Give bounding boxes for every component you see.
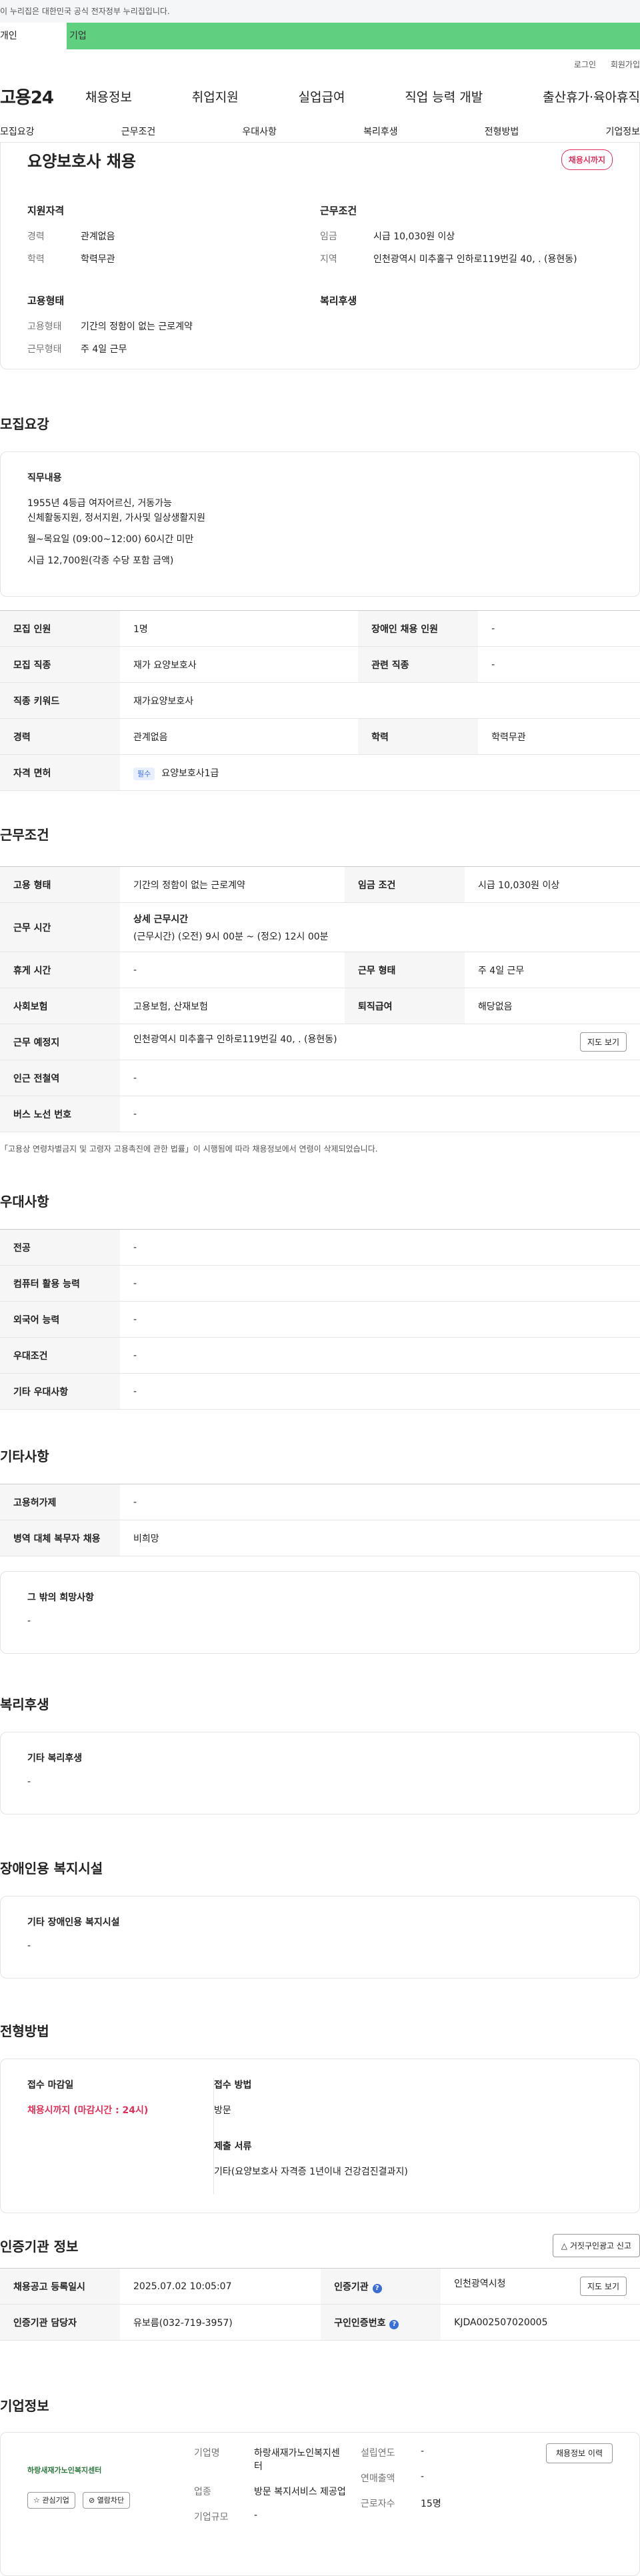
cert-section: 인증기관 정보 △ 거짓구인광고 신고 채용공고 등록일시 2025.07.02 … [0, 2234, 640, 2341]
subnav-recruit[interactable]: 모집요강 [0, 125, 35, 138]
job-history-button[interactable]: 채용정보 이력 [545, 2443, 613, 2463]
etc-section: 기타사항 고용허가제 - 병역 대체 복무자 채용 비희망 그 밖의 희망사항 - [0, 1446, 640, 1654]
map-view-button[interactable]: 지도 보기 [580, 1032, 627, 1052]
tab-company[interactable]: 기업 [67, 23, 133, 49]
subnav-company[interactable]: 기업정보 [605, 125, 640, 138]
table-row: 인증기관 담당자 유보름(032-719-3957) 구인인증번호? KJDA00… [0, 2304, 640, 2341]
star-icon: ☆ [33, 2496, 40, 2505]
subnav-selection[interactable]: 전형방법 [485, 125, 519, 138]
table-row: 근무 시간 상세 근무시간 (근무시간) (오전) 9시 00분 ~ (정오) 1… [0, 902, 640, 952]
info-icon[interactable]: ? [389, 2319, 399, 2329]
deadline-badge: 채용시까지 [561, 149, 613, 170]
qual-title: 지원자격 [27, 205, 65, 217]
signup-link[interactable]: 회원가입 [611, 60, 640, 69]
table-row: 근무 예정지 인천광역시 미추홀구 인하로119번길 40, . (용현동) 지도… [0, 1024, 640, 1060]
table-row: 버스 노선 번호 - [0, 1096, 640, 1132]
tab-personal[interactable]: 개인 [0, 23, 67, 49]
table-row: 채용공고 등록일시 2025.07.02 10:05:07 인증기관? 인천광역시… [0, 2268, 640, 2305]
gov-banner: 이 누리집은 대한민국 공식 전자정부 누리집입니다. [0, 0, 640, 23]
welfare-section-title: 복리후생 [0, 1696, 49, 1712]
company-card: 하랑새재가노인복지센터 ☆ 관심기업 ⊘ 열람차단 기업명 하랑새재가노인복지센터… [0, 2432, 640, 2576]
user-type-tabs: 개인 기업 [0, 23, 640, 49]
recruit-section: 모집요강 직무내용 1955년 4등급 여자어르신, 거동가능 신체활동지원, … [0, 413, 640, 791]
required-tag: 필수 [133, 767, 155, 780]
disabled-card: 기타 장애인용 복지시설 - [0, 1896, 640, 1979]
info-icon[interactable]: ? [372, 2283, 382, 2293]
report-fake-ad-button[interactable]: △ 거짓구인광고 신고 [552, 2234, 640, 2257]
table-row: 기타 우대사항 - [0, 1373, 640, 1410]
job-title: 요양보호사 채용 [27, 152, 136, 171]
pref-table: 전공 - 컴퓨터 활용 능력 - 외국어 능력 - 우대조건 - 기타 우대사항 - [0, 1229, 640, 1410]
duty-card: 직무내용 1955년 4등급 여자어르신, 거동가능 신체활동지원, 정서지원,… [0, 451, 640, 597]
table-row: 컴퓨터 활용 능력 - [0, 1265, 640, 1302]
table-row: 모집 직종 재가 요양보호사 관련 직종 - [0, 646, 640, 683]
subnav-work[interactable]: 근무조건 [121, 125, 156, 138]
disabled-title: 장애인용 복지시설 [0, 1860, 103, 1876]
age-note: 「고용상 연령차별금지 및 고령자 고용촉진에 관한 법률」이 시행됨에 따라 … [0, 1144, 378, 1154]
etc-table: 고용허가제 - 병역 대체 복무자 채용 비희망 [0, 1484, 640, 1556]
cert-table: 채용공고 등록일시 2025.07.02 10:05:07 인증기관? 인천광역시… [0, 2268, 640, 2341]
table-row: 인근 전철역 - [0, 1060, 640, 1096]
table-row: 외국어 능력 - [0, 1301, 640, 1338]
welfare-section: 복리후생 기타 복리후생 - [0, 1694, 640, 1814]
welfare-card: 기타 복리후생 - [0, 1732, 640, 1814]
table-row: 경력 관계없음 학력 학력무관 [0, 718, 640, 755]
table-row: 휴게 시간 - 근무 형태 주 4일 근무 [0, 952, 640, 988]
company-logo: 하랑새재가노인복지센터 [27, 2466, 102, 2475]
table-row: 전공 - [0, 1229, 640, 1266]
company-title: 기업정보 [0, 2398, 49, 2414]
work-title: 근무조건 [0, 827, 49, 843]
selection-title: 전형방법 [0, 2023, 49, 2039]
selection-section: 전형방법 접수 마감일 채용시까지 (마감시간 : 24시) 접수 방법 방문 … [0, 2021, 640, 2213]
site-logo[interactable]: 고용24 [0, 84, 85, 109]
subnav-welfare[interactable]: 복리후생 [363, 125, 398, 138]
table-row: 병역 대체 복무자 채용 비희망 [0, 1520, 640, 1556]
table-row: 고용 형태 기간의 정함이 없는 근로계약 임금 조건 시급 10,030원 이상 [0, 866, 640, 903]
disabled-section: 장애인용 복지시설 기타 장애인용 복지시설 - [0, 1858, 640, 1979]
login-link[interactable]: 로그인 [574, 60, 596, 69]
welfare-title: 복리후생 [320, 295, 357, 307]
block-icon: ⊘ [88, 2496, 95, 2505]
megaphone-icon: △ [561, 2241, 568, 2251]
gnb-item-employment-support[interactable]: 취업지원 [192, 87, 239, 105]
gnb-item-job-skills[interactable]: 직업 능력 개발 [405, 87, 483, 105]
pref-section: 우대사항 전공 - 컴퓨터 활용 능력 - 외국어 능력 - 우대조건 - 기타 우대사… [0, 1191, 640, 1410]
table-row: 고용허가제 - [0, 1484, 640, 1520]
gnb-item-unemployment-benefit[interactable]: 실업급여 [299, 87, 345, 105]
table-row: 직종 키워드 재가요양보호사 [0, 682, 640, 719]
table-row: 자격 면허 필수 요양보호사1급 [0, 754, 640, 791]
pref-title: 우대사항 [0, 1194, 49, 1210]
gnb-item-jobs[interactable]: 채용정보 [85, 87, 132, 105]
table-row: 우대조건 - [0, 1337, 640, 1374]
recruit-table: 모집 인원 1명 장애인 채용 인원 - 모집 직종 재가 요양보호사 관련 직종 - … [0, 610, 640, 791]
section-subnav: 모집요강 근무조건 우대사항 복리후생 전형방법 기업정보 [0, 120, 640, 143]
recruit-title: 모집요강 [0, 416, 49, 432]
deadline-value: 채용시까지 (마감시간 : 24시) [27, 2105, 149, 2116]
table-row: 사회보험 고용보험, 산재보험 퇴직급여 해당없음 [0, 988, 640, 1024]
work-table: 고용 형태 기간의 정함이 없는 근로계약 임금 조건 시급 10,030원 이상 … [0, 866, 640, 1132]
subnav-pref[interactable]: 우대사항 [242, 125, 277, 138]
job-summary-card: 요양보호사 채용 채용시까지 지원자격 경력 관계없음 학력 학력무관 근무조건 임… [0, 143, 640, 369]
gnb-item-parental-leave[interactable]: 출산휴가·육아휴직 [543, 87, 640, 105]
cert-title: 인증기관 정보 [0, 2239, 79, 2255]
interest-company-button[interactable]: ☆ 관심기업 [27, 2492, 75, 2509]
work-section: 근무조건 고용 형태 기간의 정함이 없는 근로계약 임금 조건 시급 10,030… [0, 824, 640, 1154]
company-section: 기업정보 하랑새재가노인복지센터 ☆ 관심기업 ⊘ 열람차단 기업명 하랑새재가노… [0, 2395, 640, 2576]
selection-card: 접수 마감일 채용시까지 (마감시간 : 24시) 접수 방법 방문 제출 서류… [0, 2059, 640, 2213]
cert-map-button[interactable]: 지도 보기 [580, 2277, 627, 2296]
etc-title: 기타사항 [0, 1448, 49, 1464]
cond-title: 근무조건 [320, 205, 357, 217]
utility-links: 로그인 회원가입 [0, 59, 640, 72]
table-row: 모집 인원 1명 장애인 채용 인원 - [0, 610, 640, 647]
global-nav: 고용24 채용정보 취업지원 실업급여 직업 능력 개발 출산휴가·육아휴직 [0, 72, 640, 120]
emp-title: 고용형태 [27, 295, 65, 307]
block-view-button[interactable]: ⊘ 열람차단 [82, 2492, 131, 2509]
other-wish-card: 그 밖의 희망사항 - [0, 1571, 640, 1654]
